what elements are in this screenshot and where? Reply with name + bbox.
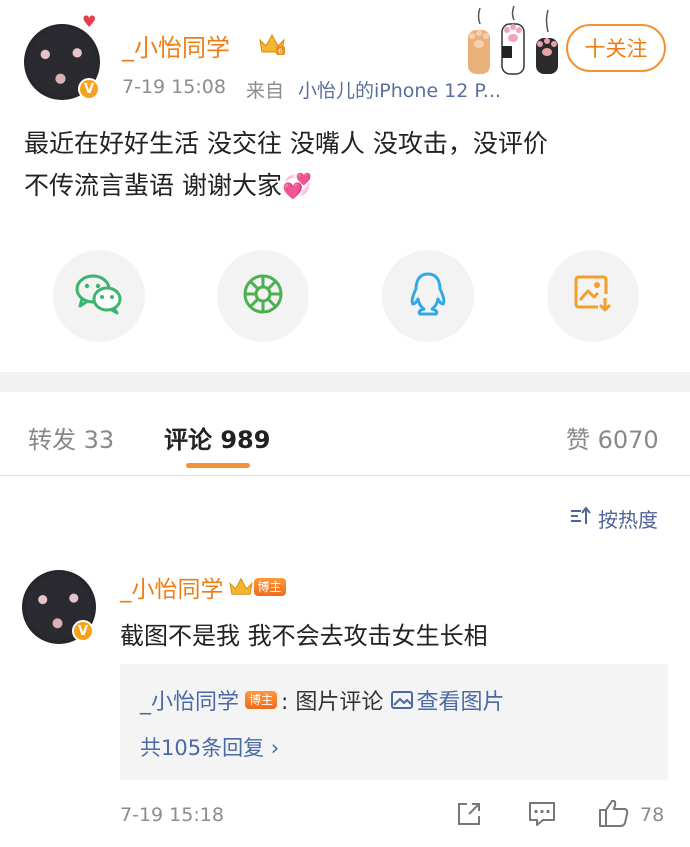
verified-badge-icon: V xyxy=(78,78,100,100)
moments-icon xyxy=(241,272,285,320)
reply-count-link[interactable]: 共105条回复 › xyxy=(140,732,279,762)
heart-decoration-icon: ♥ xyxy=(82,12,97,31)
svg-text:6: 6 xyxy=(278,48,283,56)
reply-author-badge: 博主 xyxy=(245,691,278,709)
tabs-divider xyxy=(0,475,690,476)
comment-replies-box[interactable] xyxy=(120,664,668,780)
share-qq-button[interactable] xyxy=(382,250,474,342)
tab-active-underline xyxy=(186,463,250,468)
tab-like[interactable]: 赞 6070 xyxy=(566,420,659,455)
tab-comment[interactable]: 评论 989 xyxy=(164,420,270,455)
view-image-label: 查看图片 xyxy=(416,690,505,715)
cat-paws-decoration-icon xyxy=(462,5,572,76)
comment-time: 7-19 15:18 xyxy=(120,804,224,826)
comment-author-line: _小怡同学 博主 xyxy=(120,570,286,604)
image-icon xyxy=(391,691,414,709)
comment-like-count: 78 xyxy=(640,804,665,826)
share-comment-icon[interactable] xyxy=(455,800,483,832)
post-content-text: 不传流言蜚语 谢谢大家 xyxy=(24,171,282,200)
post-source-device[interactable]: 小怡儿的iPhone 12 P... xyxy=(298,76,501,103)
qq-icon xyxy=(408,271,448,321)
sort-by-heat-button[interactable]: 按热度 xyxy=(570,504,658,533)
post-content-line-2: 不传流言蜚语 谢谢大家💞 xyxy=(24,166,312,202)
like-icon[interactable] xyxy=(598,798,630,832)
author-badge: 博主 xyxy=(253,578,286,596)
sort-label: 按热度 xyxy=(598,508,658,532)
post-author-name[interactable]: _小怡同学 xyxy=(122,28,230,63)
tab-repost[interactable]: 转发 33 xyxy=(28,420,114,455)
comment-author-name[interactable]: _小怡同学 xyxy=(120,570,224,604)
save-image-button[interactable] xyxy=(547,250,639,342)
reply-comment-icon[interactable] xyxy=(527,800,557,832)
section-divider xyxy=(0,372,690,392)
wechat-icon xyxy=(74,273,124,319)
crown-vip-icon xyxy=(228,576,254,598)
post-source-prefix: 来自 xyxy=(246,80,285,102)
share-moments-button[interactable] xyxy=(217,250,309,342)
post-time: 7-19 15:08 xyxy=(122,76,226,98)
reply-author-name[interactable]: _小怡同学 xyxy=(140,684,239,716)
sort-icon xyxy=(570,506,592,531)
save-image-icon xyxy=(573,274,613,318)
verified-badge-icon: V xyxy=(72,620,94,642)
reply-preview-line: _小怡同学 博主 : 图片评论 查看图片 xyxy=(140,684,504,716)
crown-vip-icon: 6 xyxy=(258,32,286,56)
follow-button[interactable]: 十关注 xyxy=(566,24,666,72)
heart-emoji-icon: 💞 xyxy=(281,172,312,200)
reply-text: : 图片评论 xyxy=(281,690,384,715)
view-image-link[interactable]: 查看图片 xyxy=(391,684,504,716)
comment-text: 截图不是我 我不会去攻击女生长相 xyxy=(120,622,488,650)
share-wechat-button[interactable] xyxy=(53,250,145,342)
post-content-line-1: 最近在好好生活 没交往 没嘴人 没攻击，没评价 xyxy=(24,129,548,158)
